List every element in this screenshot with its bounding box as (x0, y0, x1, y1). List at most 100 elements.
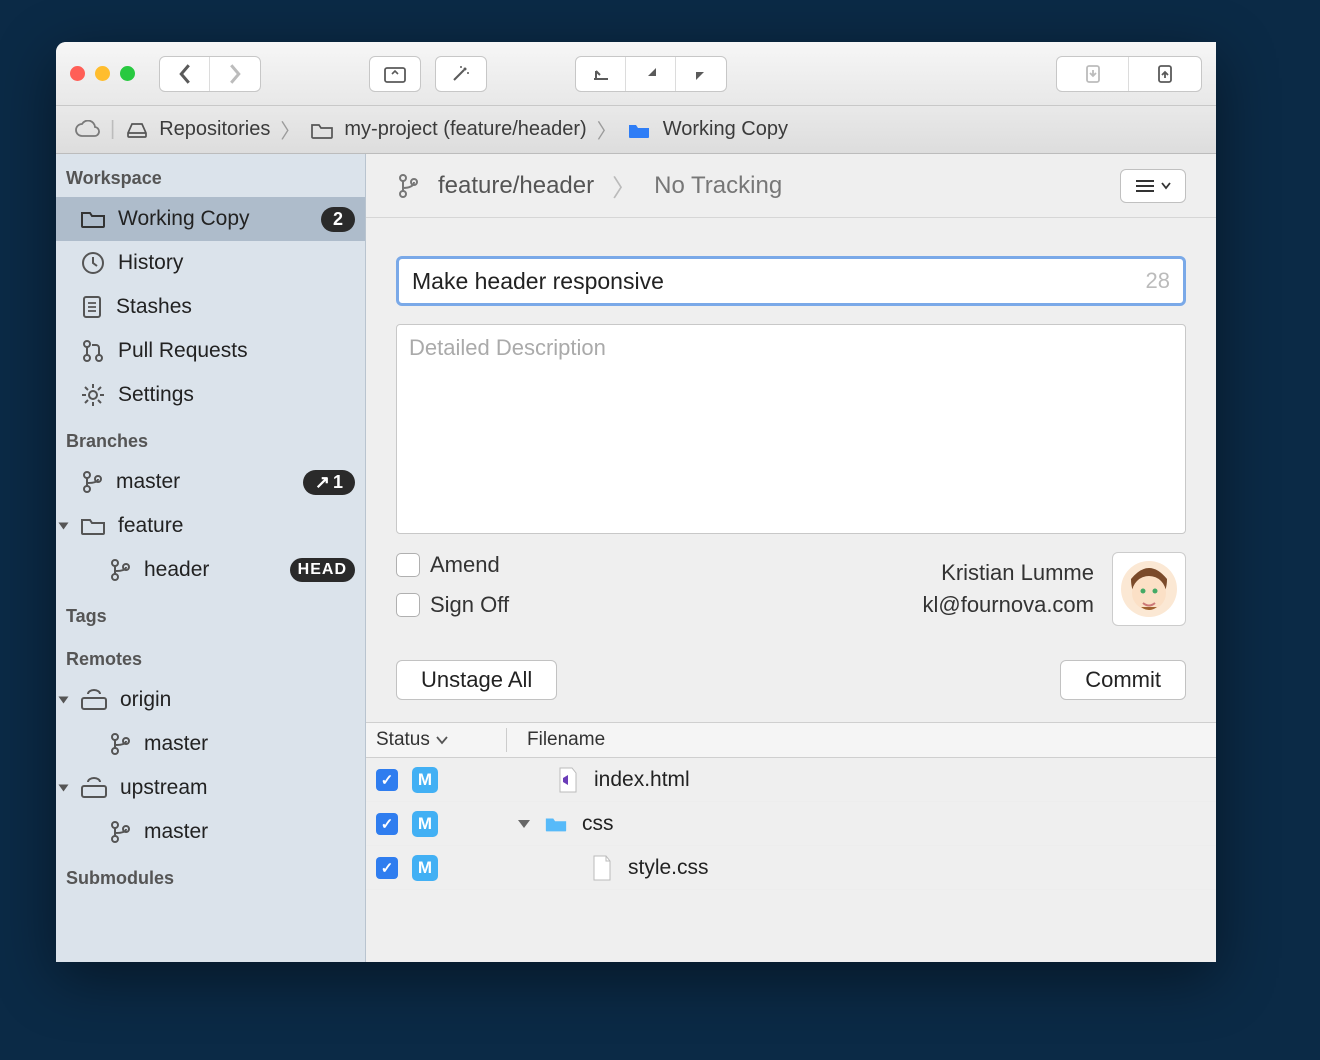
fetch-button[interactable] (576, 57, 626, 91)
clock-icon (80, 250, 106, 276)
back-button[interactable] (160, 57, 210, 91)
stash-save-button[interactable] (1057, 57, 1129, 91)
zoom-window[interactable] (120, 66, 135, 81)
author-email: kl@fournova.com (922, 592, 1094, 618)
current-branch[interactable]: feature/header (438, 172, 594, 200)
head-badge: HEAD (290, 558, 355, 582)
stash-apply-button[interactable] (1129, 57, 1201, 91)
sidebar-pull-requests[interactable]: Pull Requests (56, 329, 365, 373)
status-badge: M (412, 767, 438, 793)
close-window[interactable] (70, 66, 85, 81)
html-file-icon (556, 766, 580, 794)
window-controls (70, 66, 135, 81)
sidebar-branch-header[interactable]: header HEAD (56, 548, 365, 592)
file-icon (590, 854, 614, 882)
branch-icon (108, 731, 132, 757)
sidebar-branch-feature[interactable]: feature (56, 504, 365, 548)
commit-author: Kristian Lumme kl@fournova.com (922, 552, 1186, 626)
cloud-icon (74, 120, 100, 140)
sidebar-remote-origin-master[interactable]: master (56, 722, 365, 766)
branch-icon (108, 557, 132, 583)
sidebar-item-label: feature (118, 514, 183, 538)
sidebar: Workspace Working Copy 2 History Stashes… (56, 154, 366, 962)
crumb-project[interactable]: my-project (feature/header) (344, 118, 586, 141)
tags-header: Tags (56, 592, 365, 635)
commit-button[interactable]: Commit (1060, 660, 1186, 700)
clipboard-icon (80, 294, 104, 320)
remote-icon (80, 776, 108, 800)
folder-icon (80, 208, 106, 230)
sidebar-branch-master[interactable]: master 1 (56, 460, 365, 504)
sidebar-item-label: Settings (118, 383, 194, 407)
stage-checkbox[interactable]: ✓ (376, 857, 398, 879)
forward-button[interactable] (210, 57, 260, 91)
sidebar-history[interactable]: History (56, 241, 365, 285)
magic-button[interactable] (435, 56, 487, 92)
remote-icon (80, 688, 108, 712)
disclosure-icon[interactable] (518, 820, 530, 828)
sidebar-remote-upstream-master[interactable]: master (56, 810, 365, 854)
stage-checkbox[interactable]: ✓ (376, 813, 398, 835)
filename: style.css (628, 856, 709, 880)
disclosure-icon[interactable] (59, 523, 69, 530)
sidebar-item-label: master (116, 470, 180, 494)
filename-column-header[interactable]: Filename (527, 729, 605, 751)
gear-icon (80, 382, 106, 408)
folder-icon (80, 515, 106, 537)
file-list: ✓ M index.html ✓ M css ✓ M (366, 758, 1216, 890)
commit-summary-input[interactable] (412, 268, 1146, 295)
commit-form: 28 Detailed Description Amend Sign Off (366, 218, 1216, 644)
branch-icon (80, 469, 104, 495)
signoff-checkbox[interactable]: Sign Off (396, 592, 509, 618)
app-window: | Repositories 〉 my-project (feature/hea… (56, 42, 1216, 962)
pull-request-icon (80, 338, 106, 364)
author-name: Kristian Lumme (922, 560, 1094, 586)
minimize-window[interactable] (95, 66, 110, 81)
amend-checkbox[interactable]: Amend (396, 552, 509, 578)
sidebar-item-label: master (144, 820, 208, 844)
sidebar-item-label: Pull Requests (118, 339, 248, 363)
disclosure-icon[interactable] (59, 697, 69, 704)
avatar[interactable] (1112, 552, 1186, 626)
summary-field-wrap: 28 (396, 256, 1186, 306)
branch-icon (108, 819, 132, 845)
sidebar-item-label: History (118, 251, 183, 275)
sidebar-working-copy[interactable]: Working Copy 2 (56, 197, 365, 241)
amend-label: Amend (430, 552, 500, 578)
stage-checkbox[interactable]: ✓ (376, 769, 398, 791)
crumb-repos[interactable]: Repositories (159, 118, 270, 141)
branch-menu-button[interactable] (1120, 169, 1186, 203)
pull-button[interactable] (626, 57, 676, 91)
tracking-status[interactable]: No Tracking (654, 172, 782, 200)
sidebar-item-label: origin (120, 688, 171, 712)
sidebar-item-label: upstream (120, 776, 208, 800)
main-panel: feature/header 〉 No Tracking 28 Detailed… (366, 154, 1216, 962)
sidebar-item-label: Stashes (116, 295, 192, 319)
sidebar-stashes[interactable]: Stashes (56, 285, 365, 329)
file-row[interactable]: ✓ M style.css (366, 846, 1216, 890)
sidebar-settings[interactable]: Settings (56, 373, 365, 417)
status-column-header[interactable]: Status (376, 729, 486, 751)
toolbar (56, 42, 1216, 106)
crumb-leaf[interactable]: Working Copy (663, 118, 788, 141)
sidebar-remote-upstream[interactable]: upstream (56, 766, 365, 810)
sidebar-remote-origin[interactable]: origin (56, 678, 365, 722)
disk-icon (125, 120, 149, 140)
filename: index.html (594, 768, 690, 792)
disclosure-icon[interactable] (59, 785, 69, 792)
unstage-all-button[interactable]: Unstage All (396, 660, 557, 700)
breadcrumb: | Repositories 〉 my-project (feature/hea… (56, 106, 1216, 154)
push-button[interactable] (676, 57, 726, 91)
commit-description-input[interactable]: Detailed Description (396, 324, 1186, 534)
status-badge: M (412, 811, 438, 837)
quick-open-button[interactable] (369, 56, 421, 92)
sidebar-item-label: master (144, 732, 208, 756)
file-row[interactable]: ✓ M index.html (366, 758, 1216, 802)
nav-segment (159, 56, 261, 92)
folder-open-icon (627, 120, 653, 140)
sidebar-item-label: Working Copy (118, 207, 250, 231)
filename: css (582, 812, 614, 836)
file-row[interactable]: ✓ M css (366, 802, 1216, 846)
branch-bar: feature/header 〉 No Tracking (366, 154, 1216, 218)
master-ahead-badge: 1 (303, 470, 355, 495)
